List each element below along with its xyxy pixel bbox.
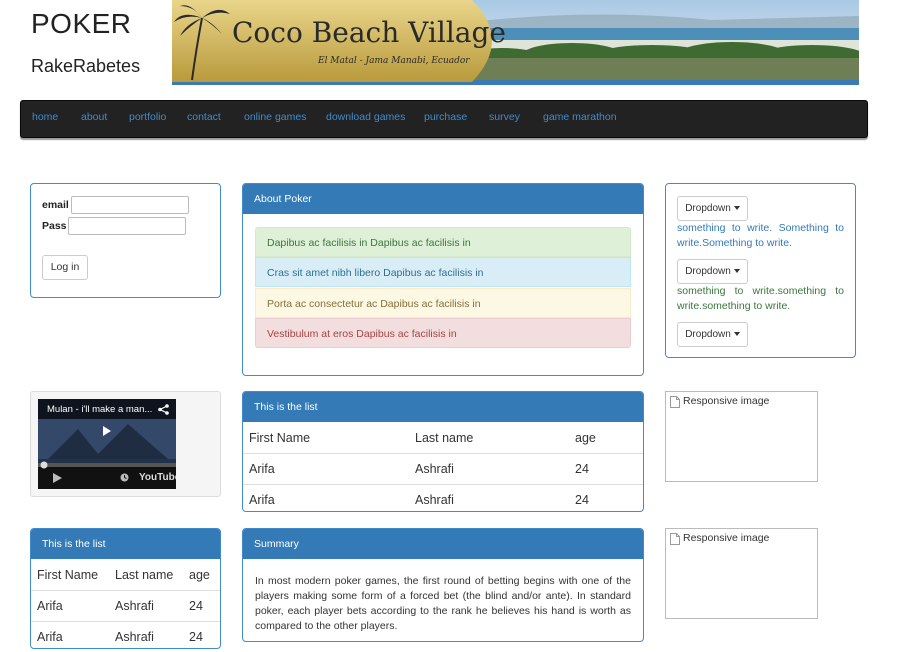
dropdown-text-2: something to write.something to write.so… xyxy=(677,284,844,314)
alert-success: Dapibus ac facilisis in Dapibus ac facil… xyxy=(255,227,631,257)
banner-subtitle: El Matal - Jama Manabi, Ecuador xyxy=(318,56,470,66)
alert-warning: Porta ac consectetur ac Dapibus ac facil… xyxy=(255,288,631,318)
alert-info: Cras sit amet nibh libero Dapibus ac fac… xyxy=(255,257,631,287)
table-row: Arifa Ashrafi 24 xyxy=(243,454,643,485)
dropdown-button-3[interactable]: Dropdown xyxy=(677,322,748,347)
clock-icon[interactable] xyxy=(120,473,129,482)
broken-image-icon xyxy=(670,533,680,545)
nav-download-games[interactable]: download games xyxy=(326,111,405,123)
about-heading: About Poker xyxy=(243,184,643,214)
progress-handle-icon[interactable] xyxy=(40,461,48,469)
table-header-row: First Name Last name age xyxy=(31,560,220,591)
video-well: Mulan - i'll make a man... YouTube xyxy=(30,391,221,497)
list-panel-side: This is the list First Name Last name ag… xyxy=(30,528,221,649)
main-navbar: home about portfolio contact online game… xyxy=(20,100,868,138)
broken-image-icon xyxy=(670,396,680,408)
dropdown-button-1[interactable]: Dropdown xyxy=(677,196,748,221)
nav-about[interactable]: about xyxy=(81,111,107,123)
summary-text: In most modern poker games, the first ro… xyxy=(255,574,631,634)
banner-image: Coco Beach Village El Matal - Jama Manab… xyxy=(172,0,859,85)
column-header: First Name xyxy=(31,560,109,591)
video-player[interactable]: Mulan - i'll make a man... YouTube xyxy=(38,399,176,489)
table-cell: Ashrafi xyxy=(109,622,183,652)
dropdown-label-3: Dropdown xyxy=(685,329,731,340)
table-cell: Ashrafi xyxy=(409,454,569,485)
nav-portfolio[interactable]: portfolio xyxy=(129,111,166,123)
caret-down-icon xyxy=(734,269,740,273)
column-header: Last name xyxy=(109,560,183,591)
nav-contact[interactable]: contact xyxy=(187,111,221,123)
dropdown-text-1: something to write. Something to write.S… xyxy=(677,221,844,251)
alert-danger: Vestibulum at eros Dapibus ac facilisis … xyxy=(255,318,631,348)
caret-down-icon xyxy=(734,206,740,210)
login-panel: email Pass Log in xyxy=(30,183,221,298)
table-cell: Arifa xyxy=(243,454,409,485)
share-icon[interactable] xyxy=(158,404,169,415)
table-cell: Arifa xyxy=(31,591,109,622)
table-row: Arifa Ashrafi 24 xyxy=(31,622,220,652)
password-field[interactable] xyxy=(68,217,186,235)
email-field[interactable] xyxy=(71,196,189,214)
play-control-icon[interactable] xyxy=(53,473,62,483)
caret-down-icon xyxy=(734,332,740,336)
list-side-heading: This is the list xyxy=(31,529,220,559)
summary-panel: Summary In most modern poker games, the … xyxy=(242,528,644,642)
list-panel-main: This is the list First Name Last name ag… xyxy=(242,391,644,512)
table-cell: Ashrafi xyxy=(409,485,569,516)
dropdown-label-1: Dropdown xyxy=(685,203,731,214)
dropdown-label-2: Dropdown xyxy=(685,266,731,277)
about-panel: About Poker Dapibus ac facilisis in Dapi… xyxy=(242,183,644,376)
table-cell: Arifa xyxy=(243,485,409,516)
dropdown-button-2[interactable]: Dropdown xyxy=(677,259,748,284)
list-main-heading: This is the list xyxy=(243,392,643,422)
dropdown-panel: Dropdown something to write. Something t… xyxy=(665,183,856,358)
column-header: First Name xyxy=(243,423,409,454)
column-header: age xyxy=(569,423,643,454)
table-header-row: First Name Last name age xyxy=(243,423,643,454)
list-side-table: First Name Last name age Arifa Ashrafi 2… xyxy=(31,560,220,652)
image-alt-text: Responsive image xyxy=(683,532,769,544)
table-cell: 24 xyxy=(569,454,643,485)
site-title: POKER xyxy=(31,8,132,40)
login-button[interactable]: Log in xyxy=(42,255,88,280)
table-cell: 24 xyxy=(183,622,220,652)
table-cell: Arifa xyxy=(31,622,109,652)
nav-home[interactable]: home xyxy=(32,111,58,123)
table-row: Arifa Ashrafi 24 xyxy=(31,591,220,622)
table-cell: 24 xyxy=(183,591,220,622)
nav-online-games[interactable]: online games xyxy=(244,111,306,123)
column-header: Last name xyxy=(409,423,569,454)
table-row: Arifa Ashrafi 24 xyxy=(243,485,643,516)
responsive-image-1: Responsive image xyxy=(665,391,818,482)
nav-game-marathon[interactable]: game marathon xyxy=(543,111,617,123)
column-header: age xyxy=(183,560,220,591)
play-icon[interactable] xyxy=(102,426,112,436)
table-cell: Ashrafi xyxy=(109,591,183,622)
list-main-table: First Name Last name age Arifa Ashrafi 2… xyxy=(243,423,643,515)
banner-title: Coco Beach Village xyxy=(232,16,506,49)
nav-survey[interactable]: survey xyxy=(489,111,520,123)
summary-heading: Summary xyxy=(243,529,643,559)
email-label: email xyxy=(42,199,69,211)
image-alt-text: Responsive image xyxy=(683,395,769,407)
video-title: Mulan - i'll make a man... xyxy=(47,404,152,415)
site-subtitle: RakeRabetes xyxy=(31,56,140,77)
pass-label: Pass xyxy=(42,220,67,232)
responsive-image-2: Responsive image xyxy=(665,528,818,619)
table-cell: 24 xyxy=(569,485,643,516)
nav-purchase[interactable]: purchase xyxy=(424,111,467,123)
youtube-logo-icon[interactable]: YouTube xyxy=(139,472,176,483)
